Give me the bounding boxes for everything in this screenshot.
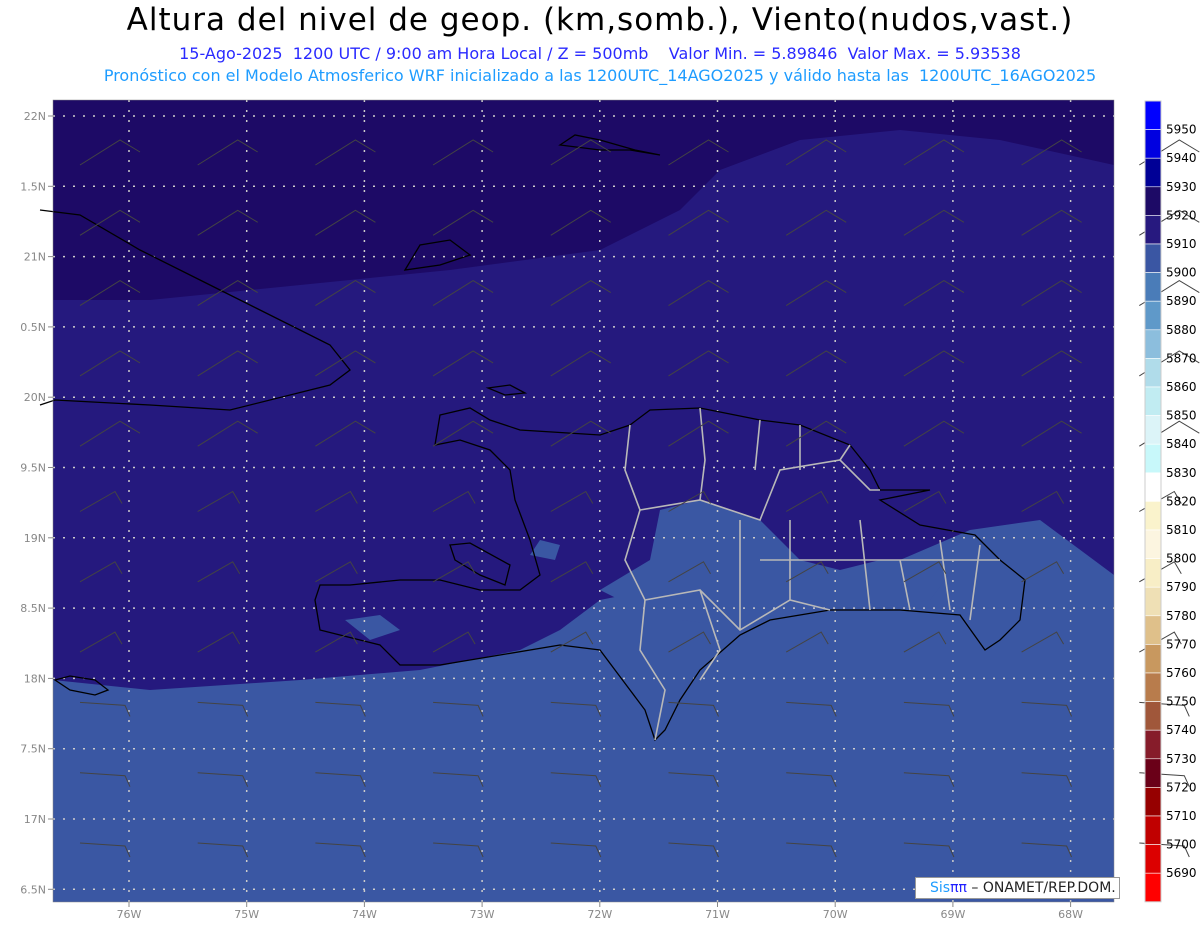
- colorbar-label: 5690: [1166, 866, 1197, 880]
- chart-title: Altura del nivel de geop. (km,somb.), Vi…: [126, 2, 1074, 38]
- lon-tick-label: 71W: [705, 908, 730, 921]
- lat-tick-label: 17N: [24, 813, 46, 826]
- colorbar-label: 5780: [1166, 609, 1197, 623]
- colorbar-label: 5880: [1166, 323, 1197, 337]
- lon-tick-label: 68W: [1058, 908, 1083, 921]
- colorbar-label: 5710: [1166, 809, 1197, 823]
- colorbar-label: 5940: [1166, 151, 1197, 165]
- colorbar-label: 5740: [1166, 723, 1197, 737]
- colorbar-bin: [1144, 272, 1162, 302]
- lat-tick-label: 7.5N: [20, 743, 46, 756]
- colorbar-label: 5870: [1166, 351, 1197, 365]
- colorbar-label: 5730: [1166, 752, 1197, 766]
- colorbar-label: 5860: [1166, 380, 1197, 394]
- lat-tick-label: 6.5N: [20, 883, 46, 896]
- colorbar-label: 5810: [1166, 523, 1197, 537]
- colorbar-bin: [1144, 329, 1162, 359]
- colorbar-label: 5760: [1166, 666, 1197, 680]
- lon-tick-label: 75W: [234, 908, 259, 921]
- colorbar-bin: [1144, 358, 1162, 388]
- colorbar-bin: [1144, 157, 1162, 188]
- colorbar-bin: [1144, 529, 1162, 559]
- lat-tick-label: 22N: [24, 110, 46, 123]
- colorbar-bin: [1144, 501, 1162, 531]
- weather-map: 22N 1.5N 21N 0.5N 20N 9.5N 19N 8.5N 18N 7.5N 17N 6.…: [20, 99, 1200, 921]
- colorbar-bin: [1144, 701, 1162, 731]
- lat-tick-label: 0.5N: [20, 321, 46, 334]
- colorbar-label: 5920: [1166, 208, 1197, 222]
- colorbar-label: 5830: [1166, 466, 1197, 480]
- colorbar-bin: [1144, 815, 1162, 845]
- credit-text: – ONAMET/REP.DOM.: [971, 880, 1116, 896]
- colorbar-label: 5800: [1166, 552, 1197, 566]
- lat-tick-label: 21N: [24, 251, 46, 264]
- colorbar-label: 5720: [1166, 780, 1197, 794]
- lon-tick-label: 70W: [823, 908, 848, 921]
- colorbar-bin: [1144, 472, 1162, 502]
- colorbar-bin: [1144, 243, 1162, 273]
- colorbar-bin: [1144, 586, 1162, 617]
- colorbar-label: 5890: [1166, 294, 1197, 308]
- brand-logo-pi: ππ: [950, 880, 967, 896]
- colorbar-bin: [1144, 729, 1162, 760]
- colorbar-bin: [1144, 215, 1162, 245]
- colorbar-bin: [1144, 644, 1162, 674]
- colorbar-label: 5900: [1166, 266, 1197, 280]
- forecast-note: Pronóstico con el Modelo Atmosferico WRF…: [103, 66, 1097, 85]
- colorbar-bin: [1144, 415, 1162, 445]
- brand-logo-sis: Sis: [930, 880, 951, 896]
- colorbar-bin: [1144, 386, 1162, 416]
- credit-box: Sisππ – ONAMET/REP.DOM.: [915, 877, 1120, 899]
- colorbar-bin: [1144, 129, 1162, 159]
- lon-tick-label: 69W: [940, 908, 965, 921]
- colorbar: 5950 5940 5930 5920 5910 5900 5890 5880 5870 5860…: [1144, 100, 1197, 903]
- colorbar-bin: [1144, 872, 1162, 903]
- colorbar-label: 5840: [1166, 437, 1197, 451]
- colorbar-label: 5930: [1166, 180, 1197, 194]
- lon-tick-label: 76W: [117, 908, 142, 921]
- lat-tick-label: 8.5N: [20, 602, 46, 615]
- lat-tick-label: 18N: [24, 672, 46, 685]
- colorbar-label: 5950: [1166, 123, 1197, 137]
- lat-tick-label: 1.5N: [20, 180, 46, 193]
- colorbar-bin: [1144, 758, 1162, 788]
- lat-tick-label: 19N: [24, 532, 46, 545]
- colorbar-label: 5850: [1166, 409, 1197, 423]
- colorbar-label: 5700: [1166, 838, 1197, 852]
- colorbar-label: 5790: [1166, 580, 1197, 594]
- colorbar-bin: [1144, 615, 1162, 645]
- colorbar-bin: [1144, 443, 1162, 474]
- colorbar-label: 5750: [1166, 695, 1197, 709]
- colorbar-bin: [1144, 100, 1162, 130]
- colorbar-label: 5770: [1166, 637, 1197, 651]
- colorbar-bin: [1144, 672, 1162, 702]
- colorbar-bin: [1144, 787, 1162, 817]
- map-area: [53, 100, 1114, 902]
- colorbar-bin: [1144, 186, 1162, 216]
- lon-tick-label: 73W: [470, 908, 495, 921]
- lat-tick-label: 20N: [24, 391, 46, 404]
- colorbar-bin: [1144, 844, 1162, 874]
- lat-tick-label: 9.5N: [20, 462, 46, 475]
- valid-time-subtitle: 15-Ago-2025 1200 UTC / 9:00 am Hora Loca…: [179, 44, 1021, 63]
- colorbar-label: 5820: [1166, 494, 1197, 508]
- lon-tick-label: 74W: [352, 908, 377, 921]
- lon-tick-label: 72W: [587, 908, 612, 921]
- colorbar-label: 5910: [1166, 237, 1197, 251]
- colorbar-bin: [1144, 558, 1162, 588]
- colorbar-bin: [1144, 300, 1162, 331]
